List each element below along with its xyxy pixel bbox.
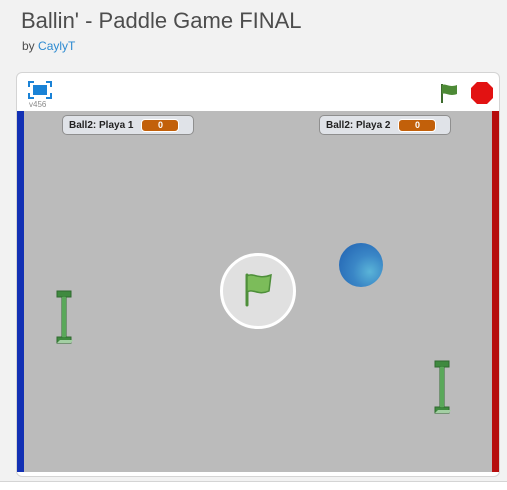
fullscreen-icon[interactable]: [27, 80, 53, 100]
monitor-label: Ball2: Playa 1: [69, 119, 134, 131]
score-monitor-player-2: Ball2: Playa 2 0: [319, 115, 451, 135]
byline-prefix: by: [22, 39, 35, 53]
left-paddle-sprite: [53, 289, 75, 345]
monitor-label: Ball2: Playa 2: [326, 119, 391, 131]
left-wall: [17, 111, 24, 472]
start-overlay-button[interactable]: [220, 253, 296, 329]
monitor-value: 0: [398, 118, 437, 132]
project-header: Ballin' - Paddle Game FINAL by CaylyT: [0, 0, 507, 62]
score-monitor-player-1: Ball2: Playa 1 0: [62, 115, 194, 135]
green-flag-icon[interactable]: [437, 81, 461, 105]
stop-sign-icon[interactable]: [470, 81, 494, 105]
player-controls: v456: [17, 73, 499, 111]
version-label: v456: [29, 100, 47, 109]
game-stage[interactable]: Ball2: Playa 1 0 Ball2: Playa 2 0: [17, 111, 499, 472]
author-link[interactable]: CaylyT: [38, 39, 75, 53]
right-wall: [492, 111, 499, 472]
ball-sprite: [339, 243, 383, 287]
green-flag-icon: [238, 269, 278, 314]
right-paddle-sprite: [431, 359, 453, 415]
project-player: v456 Ball2: Playa 1 0 Ball2: Playa 2 0: [16, 72, 500, 477]
byline: by CaylyT: [22, 39, 75, 53]
project-title: Ballin' - Paddle Game FINAL: [21, 8, 302, 33]
monitor-value: 0: [141, 118, 180, 132]
